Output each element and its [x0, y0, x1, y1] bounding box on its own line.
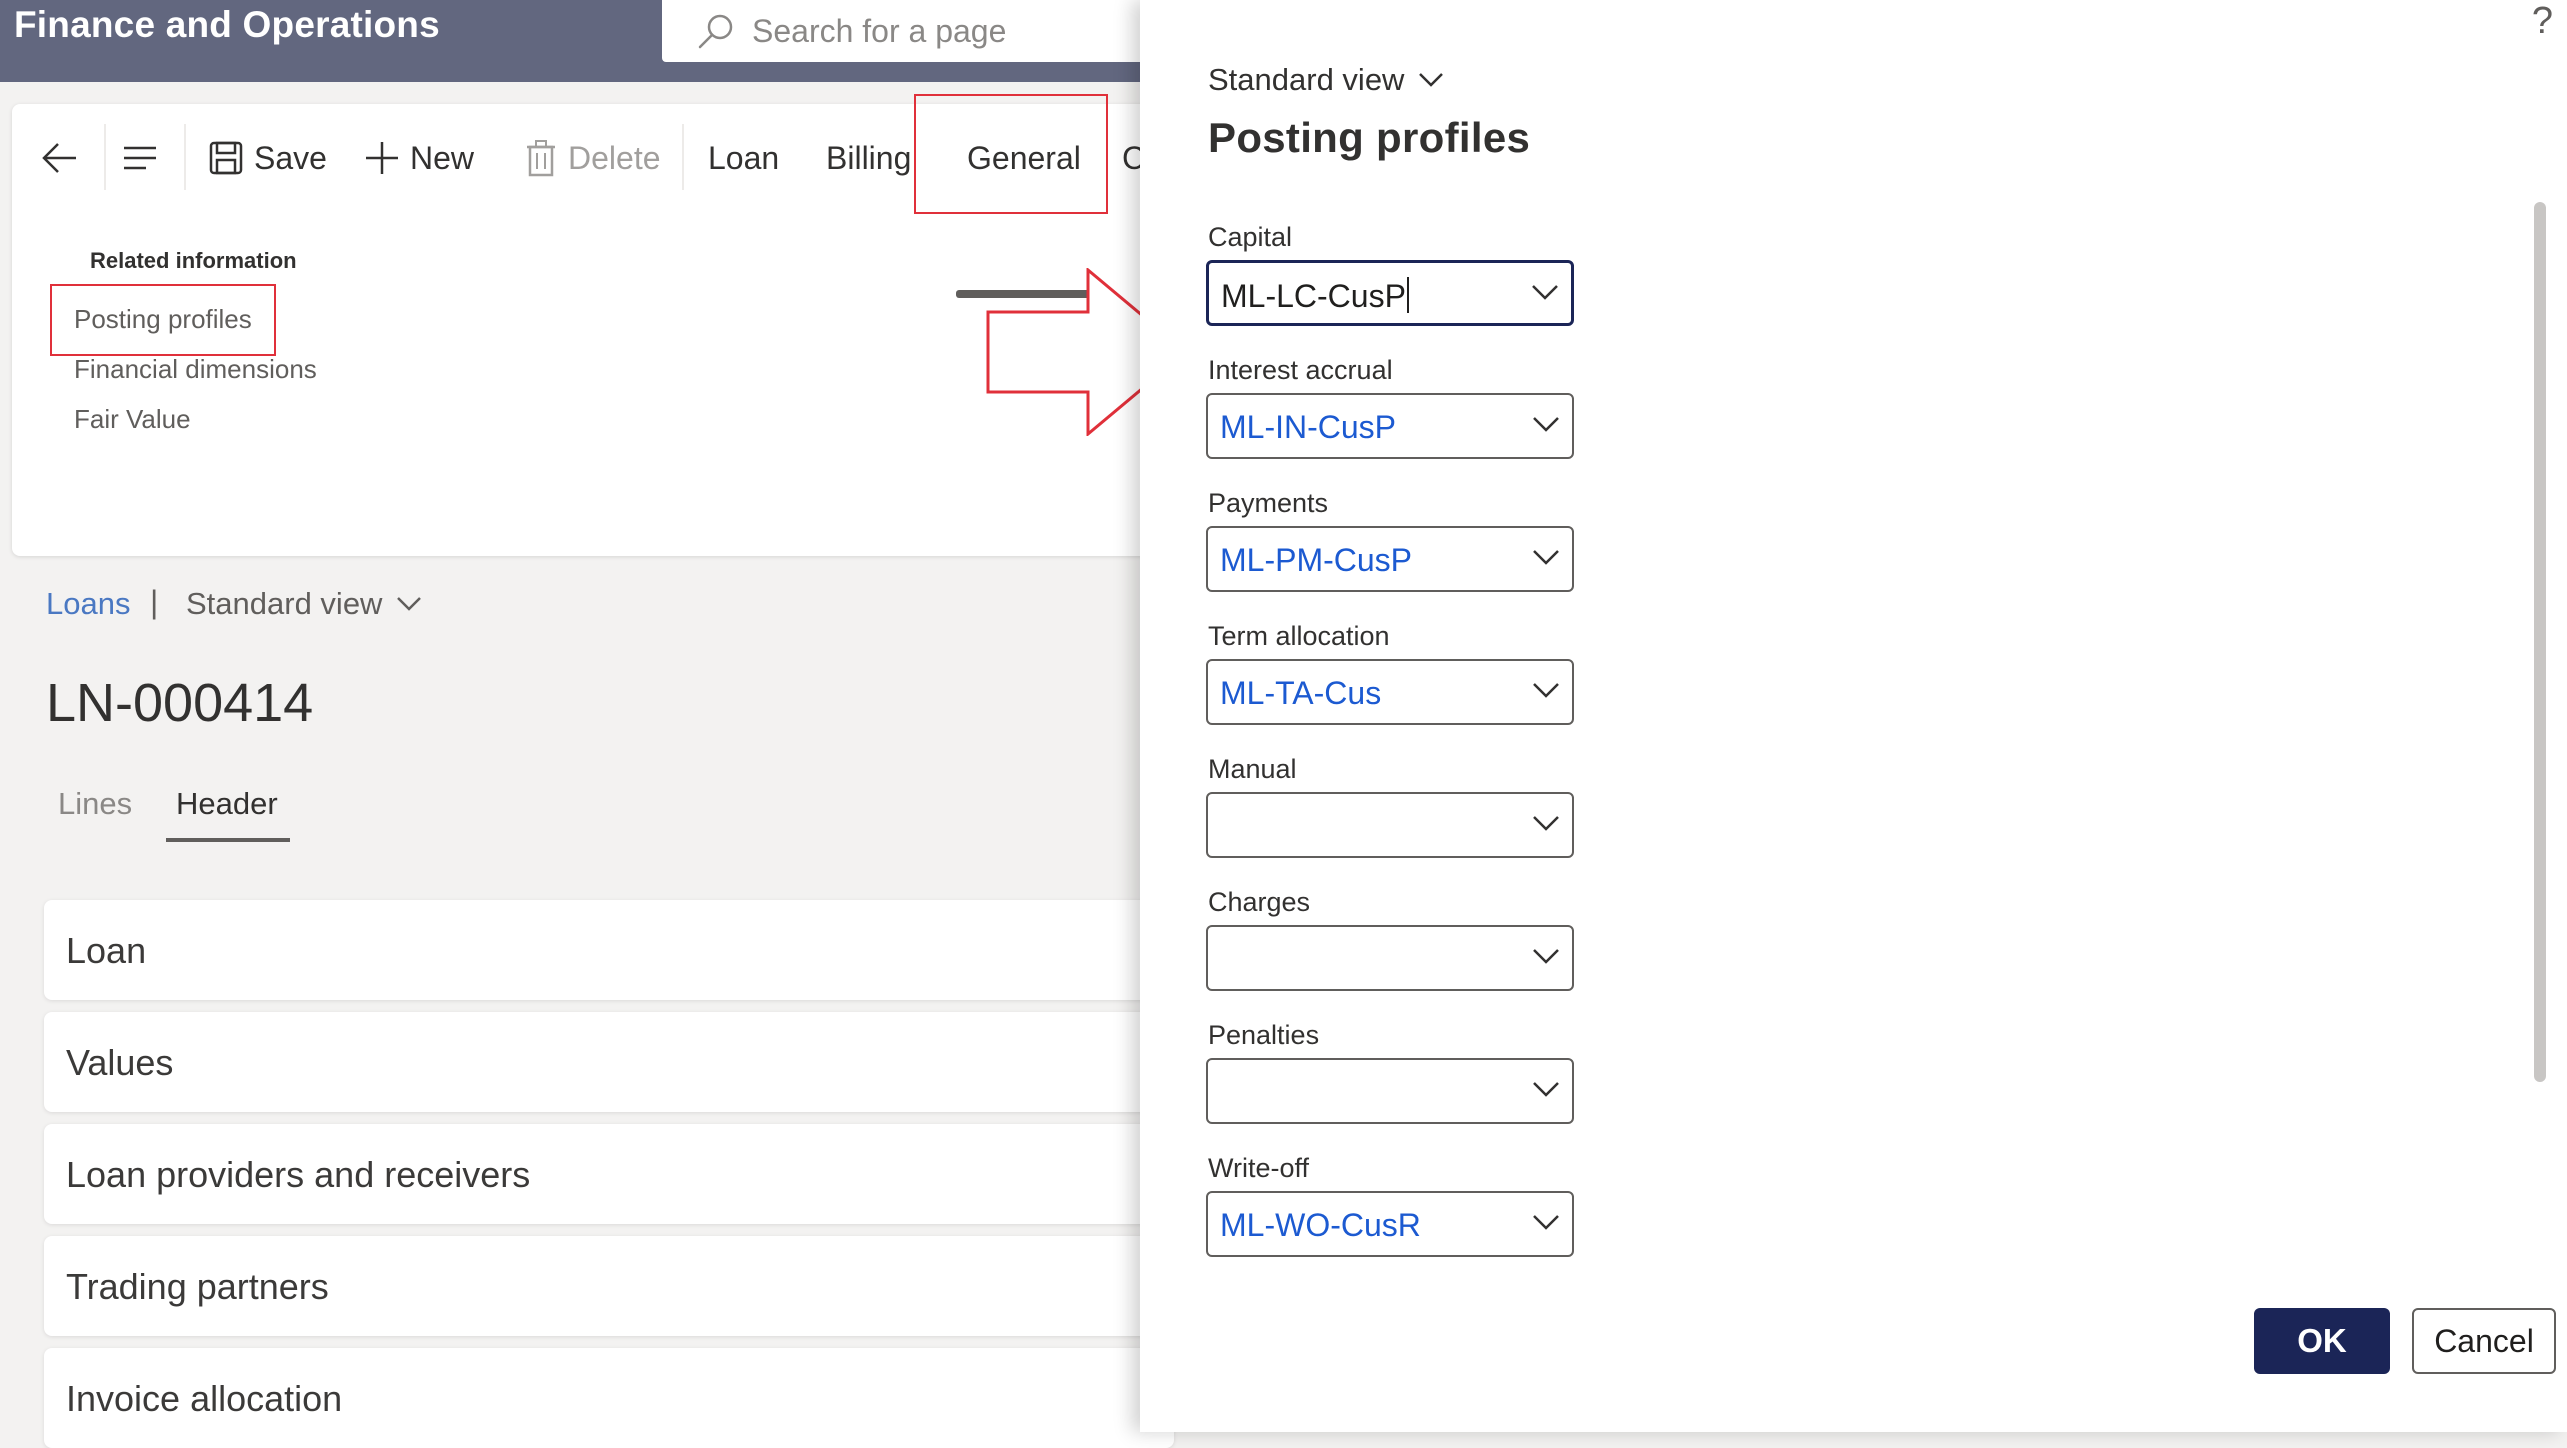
fasttab-label: Values	[66, 1042, 174, 1083]
divider	[184, 124, 186, 190]
view-selector[interactable]: Standard view	[186, 586, 422, 622]
delete-button[interactable]: Delete	[524, 126, 661, 190]
term-allocation-label: Term allocation	[1208, 621, 1390, 651]
chevron-down-icon[interactable]	[1532, 681, 1560, 699]
chevron-down-icon[interactable]	[1532, 947, 1560, 965]
fasttab-invoice-allocation[interactable]: Invoice allocation	[44, 1348, 1174, 1448]
view-selector-label: Standard view	[186, 586, 383, 621]
breadcrumb-loans-link[interactable]: Loans	[46, 586, 130, 622]
back-button[interactable]	[38, 126, 82, 190]
charges-label: Charges	[1208, 887, 1311, 917]
fasttab-loan[interactable]: Loan	[44, 900, 1174, 1000]
posting-profiles-panel: ? Standard view Posting profiles Capital…	[1140, 0, 2567, 1432]
fasttab-loan-providers[interactable]: Loan providers and receivers	[44, 1124, 1174, 1224]
panel-title: Posting profiles	[1208, 114, 1531, 161]
divider	[682, 124, 684, 190]
app-title: Finance and Operations	[14, 4, 440, 45]
charges-combobox[interactable]	[1206, 925, 1574, 991]
capital-value-text: ML-LC-CusP	[1221, 278, 1406, 314]
chevron-down-icon[interactable]	[1532, 1080, 1560, 1098]
payments-label: Payments	[1208, 488, 1329, 518]
manual-combobox[interactable]	[1206, 792, 1574, 858]
link-financial-dimensions[interactable]: Financial dimensions	[74, 354, 317, 385]
chevron-down-icon[interactable]	[1532, 814, 1560, 832]
tab-loan[interactable]: Loan	[708, 126, 779, 190]
term-allocation-value: ML-TA-Cus	[1220, 675, 1382, 711]
highlight-posting-profiles	[50, 284, 276, 356]
chevron-down-icon[interactable]	[1532, 415, 1560, 433]
interest-accrual-combobox[interactable]: ML-IN-CusP	[1206, 393, 1574, 459]
delete-label: Delete	[568, 139, 661, 176]
tab-loan-label: Loan	[708, 139, 780, 176]
trash-icon	[527, 140, 555, 177]
manual-label: Manual	[1208, 754, 1297, 784]
fasttab-label: Invoice allocation	[66, 1378, 343, 1419]
payments-combobox[interactable]: ML-PM-CusP	[1206, 526, 1574, 592]
write-off-label: Write-off	[1208, 1153, 1310, 1183]
save-button[interactable]: Save	[208, 126, 327, 190]
tab-header[interactable]: Header	[176, 786, 278, 822]
hamburger-icon	[124, 146, 156, 170]
penalties-combobox[interactable]	[1206, 1058, 1574, 1124]
back-arrow-icon	[42, 143, 76, 173]
search-placeholder[interactable]: Search for a page	[752, 13, 1006, 50]
interest-accrual-value: ML-IN-CusP	[1220, 409, 1397, 445]
new-label: New	[410, 139, 475, 176]
highlight-general-tab	[914, 94, 1108, 214]
breadcrumb-separator: |	[150, 584, 159, 620]
search-icon	[694, 12, 738, 57]
related-information-heading: Related information	[90, 248, 297, 273]
panel-view-selector[interactable]: Standard view	[1208, 62, 1444, 98]
fasttab-values[interactable]: Values	[44, 1012, 1174, 1112]
fasttab-label: Loan	[66, 930, 147, 971]
capital-combobox[interactable]: ML-LC-CusP	[1206, 260, 1574, 326]
capital-label: Capital	[1208, 222, 1293, 252]
cancel-button[interactable]: Cancel	[2412, 1308, 2556, 1374]
payments-value: ML-PM-CusP	[1220, 542, 1413, 578]
chevron-down-icon[interactable]	[1531, 283, 1559, 301]
tab-lines[interactable]: Lines	[58, 786, 132, 822]
divider	[104, 124, 106, 190]
search-box[interactable]: Search for a page	[662, 0, 1182, 62]
capital-value: ML-LC-CusP	[1221, 277, 1409, 315]
link-fair-value[interactable]: Fair Value	[74, 404, 191, 435]
help-icon[interactable]: ?	[2532, 0, 2553, 43]
panel-view-label: Standard view	[1208, 62, 1405, 97]
penalties-label: Penalties	[1208, 1020, 1320, 1050]
chevron-down-icon	[1419, 73, 1444, 87]
menu-button[interactable]	[120, 126, 160, 190]
chevron-down-icon	[397, 597, 422, 611]
panel-scrollbar[interactable]	[2534, 202, 2546, 1082]
tab-header-indicator	[166, 838, 290, 842]
write-off-value: ML-WO-CusR	[1220, 1207, 1421, 1243]
plus-icon	[366, 142, 398, 174]
save-label: Save	[254, 139, 327, 176]
tab-billing[interactable]: Billing	[826, 126, 911, 190]
fasttab-label: Trading partners	[66, 1266, 329, 1307]
fasttab-trading-partners[interactable]: Trading partners	[44, 1236, 1174, 1336]
ok-button[interactable]: OK	[2254, 1308, 2390, 1374]
term-allocation-combobox[interactable]: ML-TA-Cus	[1206, 659, 1574, 725]
tab-billing-label: Billing	[826, 139, 912, 176]
chevron-down-icon[interactable]	[1532, 548, 1560, 566]
interest-accrual-label: Interest accrual	[1208, 355, 1393, 385]
new-button[interactable]: New	[364, 126, 474, 190]
write-off-combobox[interactable]: ML-WO-CusR	[1206, 1191, 1574, 1257]
chevron-down-icon[interactable]	[1532, 1213, 1560, 1231]
save-icon	[209, 141, 243, 175]
text-cursor	[1406, 277, 1409, 313]
record-title: LN-000414	[46, 673, 314, 733]
fasttab-label: Loan providers and receivers	[66, 1154, 531, 1195]
